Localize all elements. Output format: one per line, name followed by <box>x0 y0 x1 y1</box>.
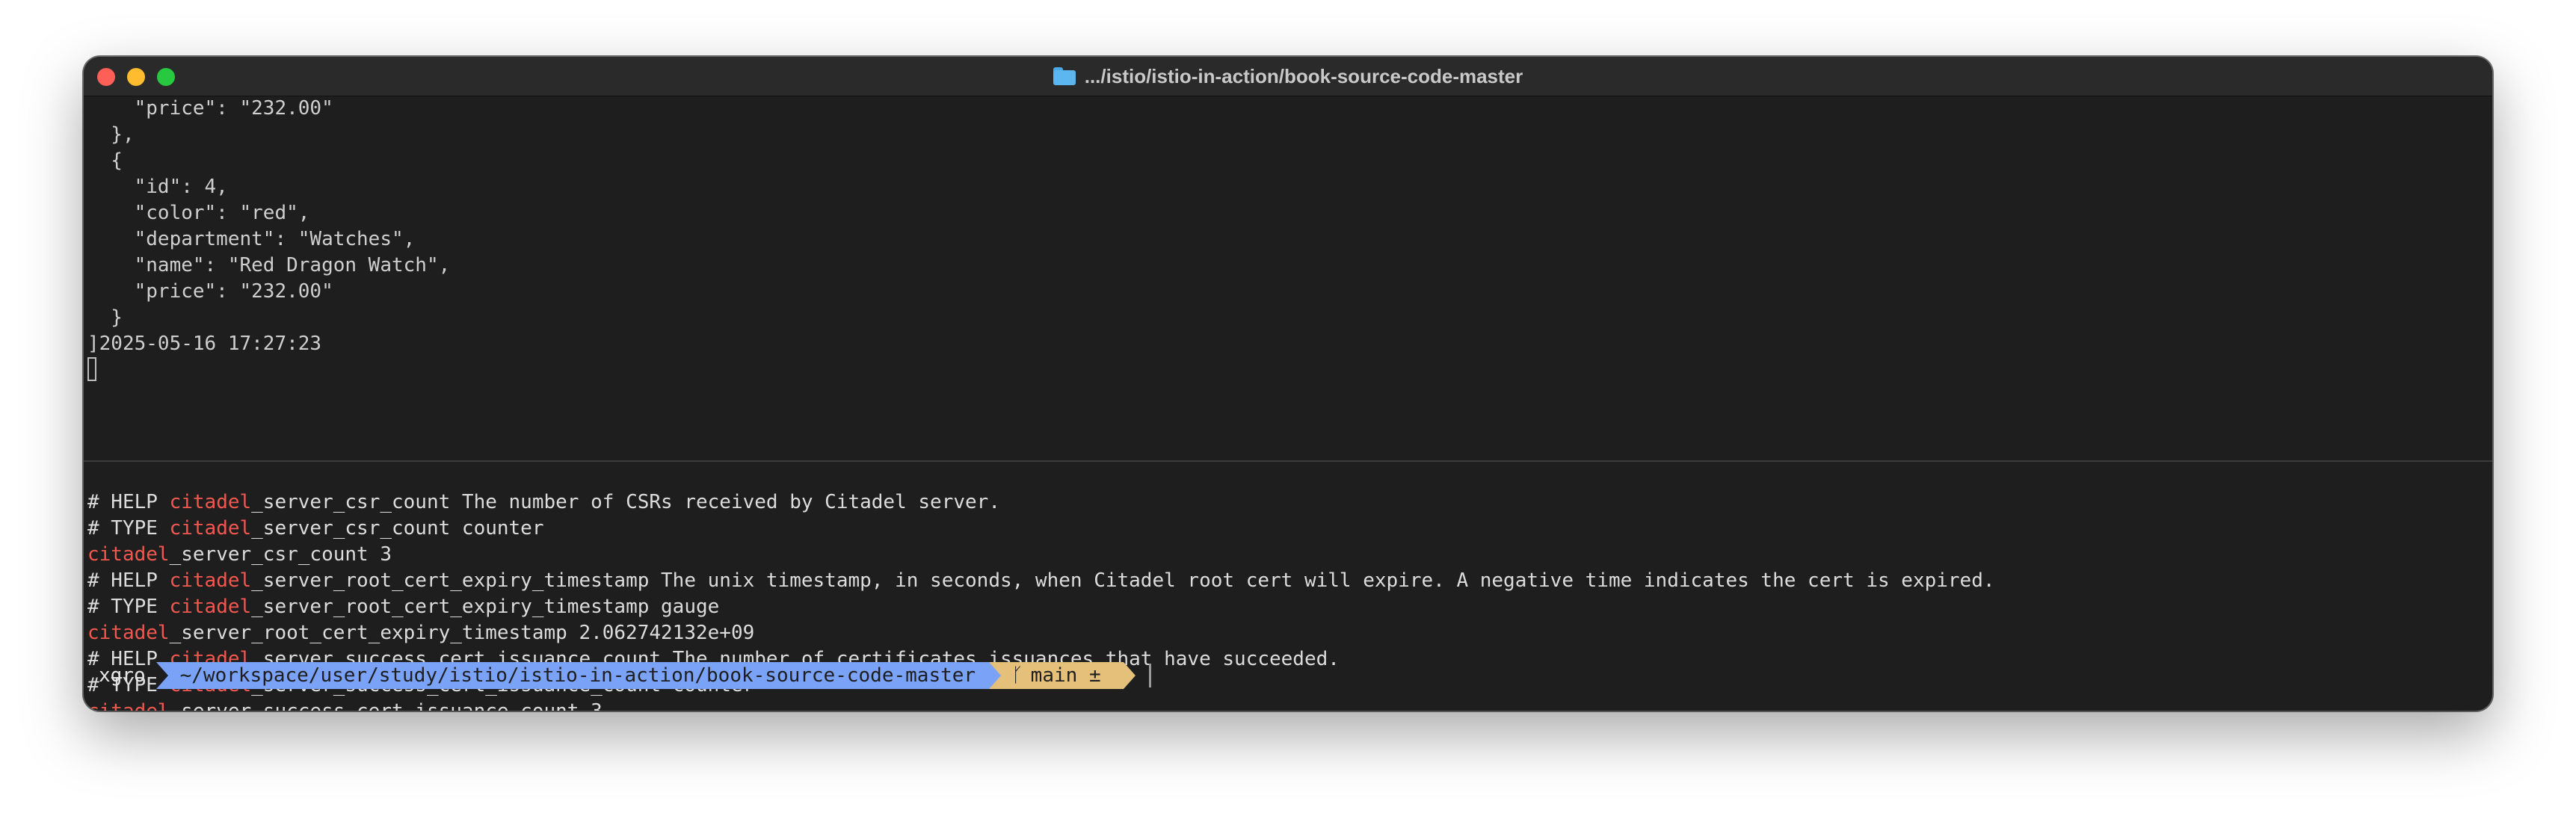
metrics-line: # TYPE citadel_server_root_cert_expiry_t… <box>87 594 719 620</box>
line-rest: _server_csr_count The number of CSRs rec… <box>251 491 1000 513</box>
output-line: } <box>87 306 123 329</box>
prompt-git-segment: ᚴ main ± <box>989 662 1136 689</box>
output-line: "price": "232.00" <box>87 97 333 120</box>
metrics-line: # HELP citadel_server_root_cert_expiry_t… <box>87 568 1995 594</box>
input-caret <box>1148 664 1151 687</box>
line-rest: _server_root_cert_expiry_timestamp The u… <box>251 569 1995 592</box>
metrics-line: # TYPE citadel_server_csr_count counter <box>87 516 544 542</box>
highlighted-keyword: citadel <box>169 596 252 618</box>
prompt-user: xgro <box>99 664 146 687</box>
window-title-text: .../istio/istio-in-action/book-source-co… <box>1084 64 1523 87</box>
output-line: "department": "Watches", <box>87 228 416 250</box>
line-rest: _server_csr_count counter <box>251 517 544 540</box>
metrics-line: # HELP citadel_server_csr_count The numb… <box>87 489 1000 516</box>
output-line: "name": "Red Dragon Watch", <box>87 254 451 276</box>
prompt-branch: main ± <box>1030 664 1101 687</box>
output-line: "color": "red", <box>87 202 310 224</box>
line-prefix: # HELP <box>87 569 170 592</box>
output-line: }, <box>87 123 135 146</box>
output-line: "price": "232.00" <box>87 280 333 303</box>
line-prefix: # TYPE <box>87 517 170 540</box>
highlighted-keyword: citadel <box>169 517 252 540</box>
output-line: ]2025-05-16 17:27:23 <box>87 333 322 355</box>
highlighted-keyword: citadel <box>169 491 252 513</box>
shell-prompt[interactable]: xgro ~/workspace/user/study/istio/istio-… <box>84 662 1151 689</box>
line-rest: _server_csr_count 3 <box>169 543 392 566</box>
title-bar: .../istio/istio-in-action/book-source-co… <box>84 57 2492 96</box>
highlighted-keyword: citadel <box>87 543 170 566</box>
window-title: .../istio/istio-in-action/book-source-co… <box>84 57 2492 96</box>
line-rest: _server_root_cert_expiry_timestamp 2.062… <box>169 622 755 644</box>
highlighted-keyword: citadel <box>87 622 170 644</box>
line-rest: _server_root_cert_expiry_timestamp gauge <box>251 596 720 618</box>
line-prefix: # HELP <box>87 491 170 513</box>
metrics-line: citadel_server_root_cert_expiry_timestam… <box>87 620 754 646</box>
terminal-window: .../istio/istio-in-action/book-source-co… <box>84 57 2492 711</box>
folder-icon <box>1053 67 1076 85</box>
highlighted-keyword: citadel <box>169 569 252 592</box>
git-branch-icon: ᚴ <box>1011 664 1023 687</box>
prompt-path: ~/workspace/user/study/istio/istio-in-ac… <box>155 662 990 689</box>
output-line: { <box>87 149 123 172</box>
text-cursor <box>87 357 96 381</box>
terminal-pane-top[interactable]: "price": "232.00" }, { "id": 4, "color":… <box>84 96 2492 460</box>
line-prefix: # TYPE <box>87 596 170 618</box>
metrics-line: citadel_server_csr_count 3 <box>87 542 392 568</box>
highlighted-keyword: citadel <box>87 700 170 711</box>
line-rest: _server_success_cert_issuance_count 3 <box>170 700 603 711</box>
metrics-line: citadel_server_success_cert_issuance_cou… <box>87 699 603 711</box>
output-line: "id": 4, <box>87 176 228 198</box>
